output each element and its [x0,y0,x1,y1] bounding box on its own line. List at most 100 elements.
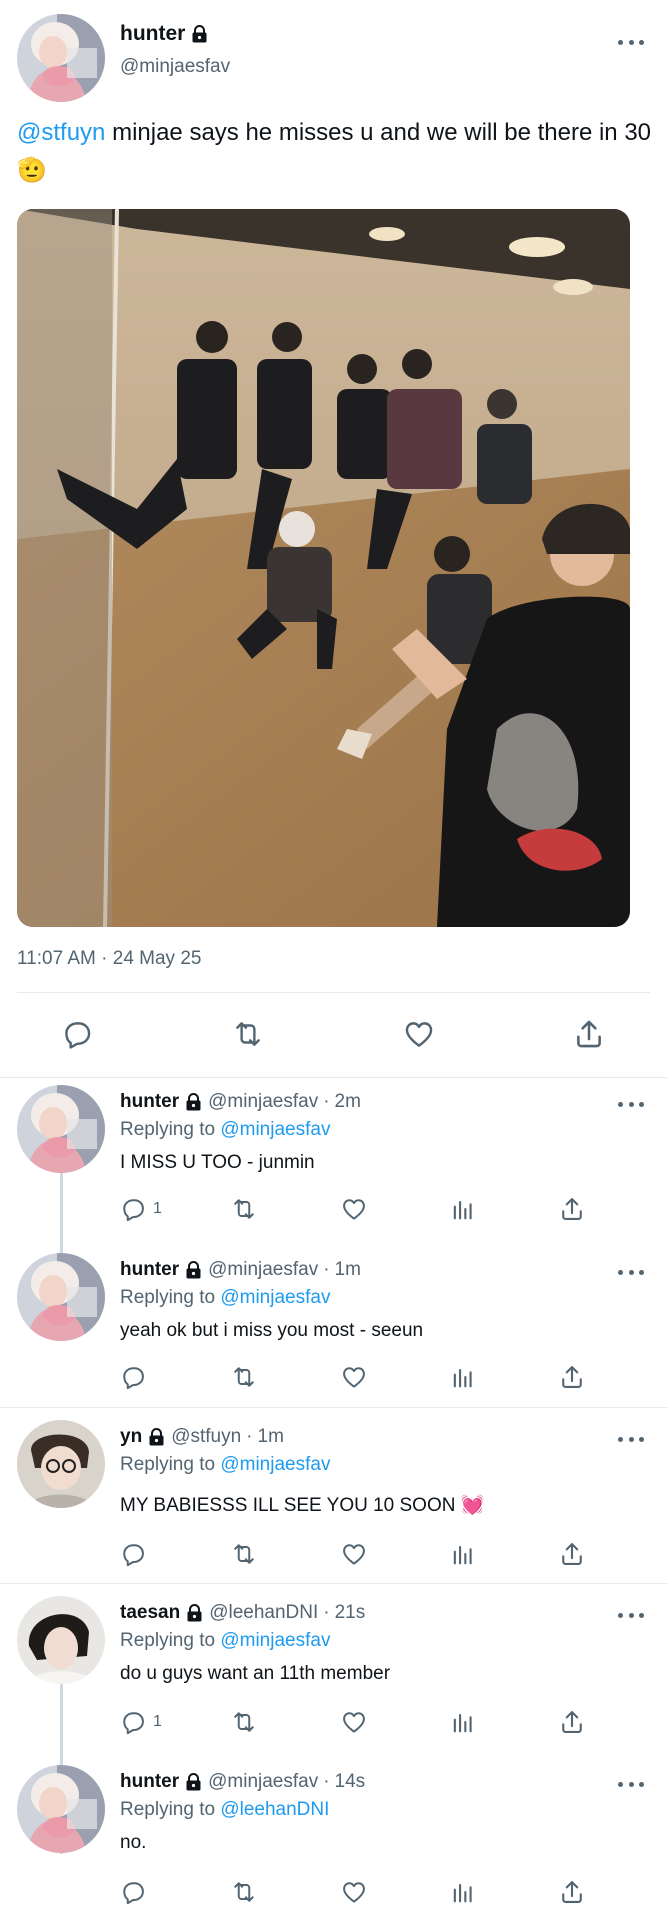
separator: · [323,1771,330,1792]
divider [0,1077,667,1078]
reply-icon[interactable] [58,1015,96,1053]
replying-mention[interactable]: @leehanDNI [220,1799,329,1820]
avatar[interactable] [17,1253,105,1341]
replying-prefix: Replying to [120,1287,221,1308]
lock-icon [185,1261,202,1279]
display-name[interactable]: hunter [120,22,185,46]
timestamp[interactable]: 11:07 AM · 24 May 25 [17,948,201,970]
views-icon[interactable] [449,1706,477,1738]
more-icon[interactable] [618,1268,644,1276]
retweet-icon[interactable] [230,1193,258,1225]
replying-prefix: Replying to [120,1799,221,1820]
author-handle[interactable]: @leehanDNI [209,1602,318,1624]
more-icon[interactable] [618,1435,644,1443]
like-icon[interactable] [340,1361,368,1393]
views-icon[interactable] [449,1538,477,1570]
reply-actions [0,1876,667,1916]
reply-actions [0,1538,667,1578]
author-handle[interactable]: @minjaesfav [208,1259,318,1281]
divider [0,1583,667,1584]
reply-button[interactable]: 1 [119,1706,162,1738]
replying-mention[interactable]: @minjaesfav [220,1287,330,1308]
retweet-icon[interactable] [230,1538,258,1570]
reply-tweet[interactable]: hunter @minjaesfav · 1m Replying to @min… [0,1248,667,1408]
reply-time[interactable]: 14s [335,1771,366,1793]
more-icon[interactable] [618,1100,644,1108]
lock-icon [186,1604,203,1622]
separator: · [323,1602,330,1623]
reply-button[interactable]: 1 [119,1193,162,1225]
share-icon[interactable] [558,1193,586,1225]
photo-image [17,209,630,927]
display-name[interactable]: taesan [120,1602,180,1624]
share-icon[interactable] [570,1015,608,1053]
display-name[interactable]: hunter [120,1091,179,1113]
reply-text: MY BABIESSS ILL SEE YOU 10 SOON 💓 [120,1495,485,1516]
replying-mention[interactable]: @minjaesfav [220,1630,330,1651]
reply-count: 1 [153,1713,162,1730]
divider [17,992,650,993]
more-icon[interactable] [618,38,644,46]
retweet-icon[interactable] [230,1706,258,1738]
display-name[interactable]: hunter [120,1771,179,1793]
avatar[interactable] [17,14,105,102]
reply-header: taesan @leehanDNI · 21s [120,1602,365,1624]
like-icon[interactable] [340,1876,368,1908]
avatar[interactable] [17,1420,105,1508]
share-icon[interactable] [558,1706,586,1738]
views-icon[interactable] [449,1193,477,1225]
replying-mention[interactable]: @minjaesfav [220,1454,330,1475]
reply-tweet[interactable]: hunter @minjaesfav · 14s Replying to @le… [0,1760,667,1920]
reply-actions [0,1361,667,1401]
tweet-photo[interactable] [17,209,630,927]
display-name[interactable]: yn [120,1426,142,1448]
like-icon[interactable] [340,1193,368,1225]
replying-mention[interactable]: @minjaesfav [220,1119,330,1140]
reply-time[interactable]: 2m [335,1091,361,1113]
retweet-icon[interactable] [230,1876,258,1908]
reply-header: hunter @minjaesfav · 2m [120,1091,361,1113]
author-handle[interactable]: @minjaesfav [208,1091,318,1113]
reply-text: I MISS U TOO - junmin [120,1152,315,1173]
lock-icon [191,25,208,43]
like-icon[interactable] [340,1538,368,1570]
avatar[interactable] [17,1765,105,1853]
reply-icon[interactable] [119,1876,147,1908]
share-icon[interactable] [558,1876,586,1908]
separator: · [246,1426,253,1447]
author-handle[interactable]: @stfuyn [171,1426,241,1448]
reply-icon [119,1195,147,1223]
reply-tweet[interactable]: taesan @leehanDNI · 21s Replying to @min… [0,1591,667,1854]
more-icon[interactable] [618,1780,644,1788]
like-icon[interactable] [340,1706,368,1738]
views-icon[interactable] [449,1876,477,1908]
reply-header: hunter @minjaesfav · 14s [120,1771,365,1793]
reply-time[interactable]: 21s [335,1602,366,1624]
share-icon[interactable] [558,1361,586,1393]
avatar[interactable] [17,1596,105,1684]
author-name[interactable]: hunter [120,22,208,46]
replying-to: Replying to @minjaesfav [120,1119,330,1141]
retweet-icon[interactable] [229,1015,267,1053]
replying-prefix: Replying to [120,1119,221,1140]
display-name[interactable]: hunter [120,1259,179,1281]
replying-to: Replying to @minjaesfav [120,1630,330,1652]
author-handle[interactable]: @minjaesfav [120,56,230,78]
reply-icon[interactable] [119,1361,147,1393]
reply-tweet[interactable]: hunter @minjaesfav · 2m Replying to @min… [0,1080,667,1323]
reply-tweet[interactable]: yn @stfuyn · 1m Replying to @minjaesfav … [0,1415,667,1585]
share-icon[interactable] [558,1538,586,1570]
separator: · [323,1091,330,1112]
author-handle[interactable]: @minjaesfav [208,1771,318,1793]
separator: · [323,1259,330,1280]
reply-time[interactable]: 1m [335,1259,361,1281]
mention-link[interactable]: @stfuyn [17,119,105,146]
avatar[interactable] [17,1085,105,1173]
views-icon[interactable] [449,1361,477,1393]
reply-actions: 1 [0,1706,667,1746]
more-icon[interactable] [618,1611,644,1619]
retweet-icon[interactable] [230,1361,258,1393]
like-icon[interactable] [400,1015,438,1053]
reply-time[interactable]: 1m [258,1426,284,1448]
reply-icon[interactable] [119,1538,147,1570]
